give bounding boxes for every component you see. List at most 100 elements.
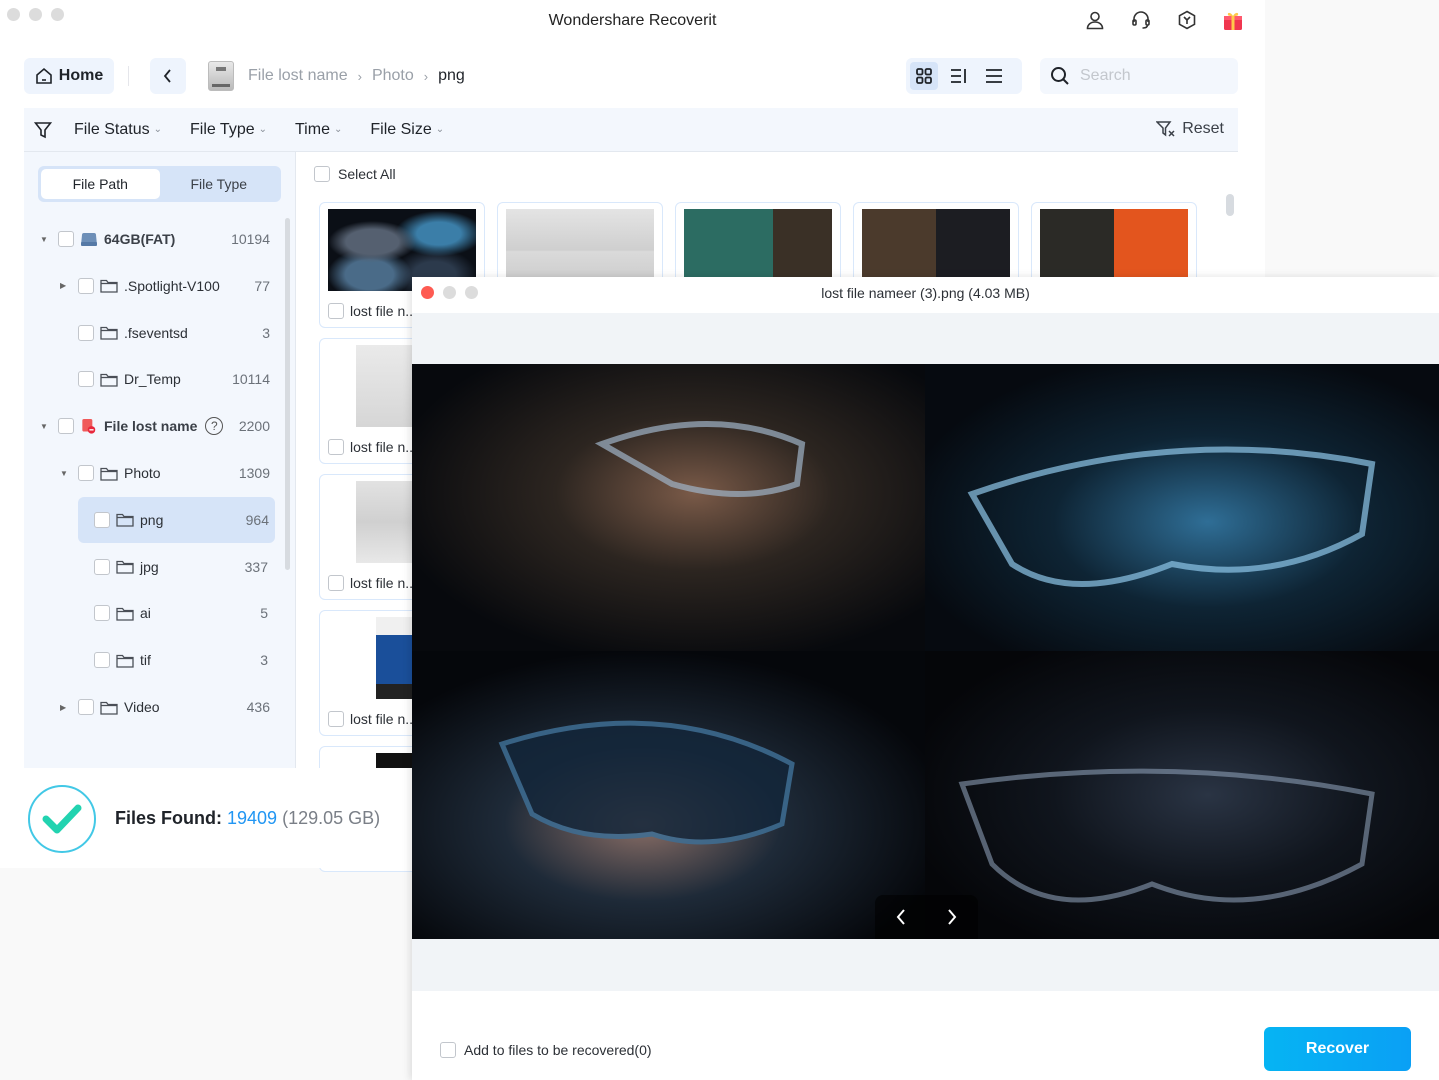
tree-item[interactable]: ▶ .Spotlight-V100 77 (60, 263, 270, 309)
tree-item[interactable]: ▼ 64GB(FAT) 10194 (40, 216, 270, 262)
tree-scrollbar[interactable] (285, 218, 290, 570)
folder-icon (116, 512, 140, 527)
checkbox[interactable] (58, 231, 74, 247)
folder-icon (100, 372, 124, 387)
checkbox[interactable] (78, 465, 94, 481)
checkbox[interactable] (78, 371, 94, 388)
breadcrumb-item[interactable]: File lost name (248, 67, 348, 85)
tree-item[interactable]: ▶Dr_Temp10114 (60, 356, 270, 402)
folder-icon (116, 559, 140, 574)
preview-navigation (875, 895, 978, 939)
checkbox[interactable] (94, 652, 110, 669)
caret-down-icon[interactable]: ▼ (40, 422, 50, 431)
checkbox[interactable] (78, 277, 94, 294)
account-icon[interactable] (1083, 8, 1107, 32)
tab-file-type[interactable]: File Type (160, 169, 279, 199)
caret-right-icon[interactable]: ▶ (60, 281, 70, 290)
checkbox[interactable] (328, 575, 344, 591)
chevron-down-icon: ⌄ (435, 124, 445, 135)
preview-photo-collage (412, 364, 1439, 939)
caret-down-icon[interactable]: ▼ (40, 235, 50, 244)
support-headset-icon[interactable] (1129, 8, 1153, 32)
preview-title-bar: lost file nameer (3).png (4.03 MB) (412, 277, 1439, 313)
tab-file-path[interactable]: File Path (41, 169, 160, 199)
grid-scrollbar[interactable] (1226, 194, 1234, 216)
tree-item-count: 1309 (238, 465, 270, 481)
filter-file-type[interactable]: File Type ⌄ (190, 121, 267, 139)
scan-complete-icon (28, 785, 96, 853)
reset-filters-button[interactable]: Reset (1156, 120, 1224, 138)
caret-right-icon[interactable]: ▶ (60, 703, 70, 712)
folder-icon (116, 653, 140, 668)
chevron-down-icon: ⌄ (153, 124, 162, 135)
checkbox[interactable] (328, 711, 344, 727)
detail-view-button[interactable] (945, 62, 973, 90)
breadcrumb: File lost name › Photo › png (208, 58, 465, 94)
tree-item-label: tif (140, 652, 151, 669)
tree-item[interactable]: ▶ Video 436 (60, 684, 270, 730)
preview-footer: Add to files to be recovered(0) Recover (412, 991, 1439, 1080)
breadcrumb-current: png (438, 67, 465, 84)
folder-icon (100, 466, 124, 481)
grid-view-button[interactable] (910, 62, 938, 90)
tree-item[interactable]: ai 5 (78, 590, 268, 636)
tree-item-label: Photo (124, 465, 161, 481)
files-found-summary: Files Found: 19409 (129.05 GB) (115, 808, 381, 828)
preview-window: lost file nameer (3).png (4.03 MB) Add t… (412, 277, 1439, 1080)
detail-list-icon (951, 69, 966, 83)
checkbox[interactable] (94, 605, 110, 622)
filter-time[interactable]: Time ⌄ (295, 121, 342, 139)
tree-item-label: 64GB(FAT) (104, 231, 176, 247)
hard-drive-icon (208, 61, 234, 91)
tree-item[interactable]: ▼ Photo 1309 (60, 450, 270, 496)
caret-down-icon[interactable]: ▼ (60, 469, 70, 478)
filter-icon[interactable] (34, 121, 52, 139)
tree-item-label: Video (124, 699, 160, 715)
breadcrumb-item[interactable]: Photo (372, 67, 414, 85)
tree-item-label: jpg (140, 558, 159, 575)
help-icon[interactable]: ? (205, 417, 224, 436)
filter-bar: File Status ⌄ File Type ⌄ Time ⌄ File Size ⌄… (24, 108, 1238, 152)
tree-item[interactable]: tif 3 (78, 637, 268, 683)
recover-button[interactable]: Recover (1264, 1027, 1411, 1071)
list-view-button[interactable] (980, 62, 1008, 90)
tree-item[interactable]: ▶.fseventsd3 (60, 310, 270, 356)
search-icon (1051, 67, 1069, 85)
view-mode-toggle (906, 58, 1022, 94)
tree-item-label: File lost name (104, 418, 198, 435)
filter-file-size[interactable]: File Size ⌄ (370, 121, 444, 139)
checkbox[interactable] (78, 324, 94, 341)
folder-icon (100, 325, 124, 340)
tree-item-count: 3 (260, 652, 268, 669)
chevron-left-icon (896, 909, 905, 925)
tree-item-count: 964 (245, 511, 269, 528)
select-all-checkbox[interactable]: Select All (314, 166, 396, 182)
breadcrumb-separator-icon: › (423, 68, 429, 84)
gift-icon[interactable] (1221, 8, 1245, 32)
checkbox[interactable] (314, 166, 330, 182)
tree-mode-tabs: File Path File Type (38, 166, 281, 202)
tree-item[interactable]: png 964 (78, 496, 275, 543)
checkbox[interactable] (328, 303, 344, 319)
chevron-down-icon: ⌄ (258, 124, 267, 135)
checkbox[interactable] (78, 699, 94, 715)
add-to-recover-checkbox[interactable]: Add to files to be recovered(0) (440, 1042, 652, 1058)
chevron-left-icon (163, 69, 171, 83)
home-button[interactable]: Home (24, 58, 114, 94)
checkbox[interactable] (94, 558, 110, 575)
checkbox[interactable] (328, 439, 344, 455)
checkbox[interactable] (58, 418, 74, 435)
filter-file-status[interactable]: File Status ⌄ (74, 121, 162, 139)
checkbox[interactable] (94, 511, 110, 528)
search-input[interactable] (1080, 67, 1220, 85)
checkbox[interactable] (440, 1042, 456, 1058)
box-icon[interactable] (1175, 8, 1199, 32)
tree-item-count: 5 (260, 605, 268, 622)
drive-icon (80, 232, 104, 247)
previous-image-button[interactable] (886, 902, 916, 932)
tree-item[interactable]: jpg 337 (78, 544, 268, 590)
next-image-button[interactable] (937, 902, 967, 932)
files-found-size: (129.05 GB) (282, 808, 381, 828)
tree-item[interactable]: ▼ File lost name? 2200 (40, 403, 270, 449)
back-button[interactable] (150, 58, 186, 94)
